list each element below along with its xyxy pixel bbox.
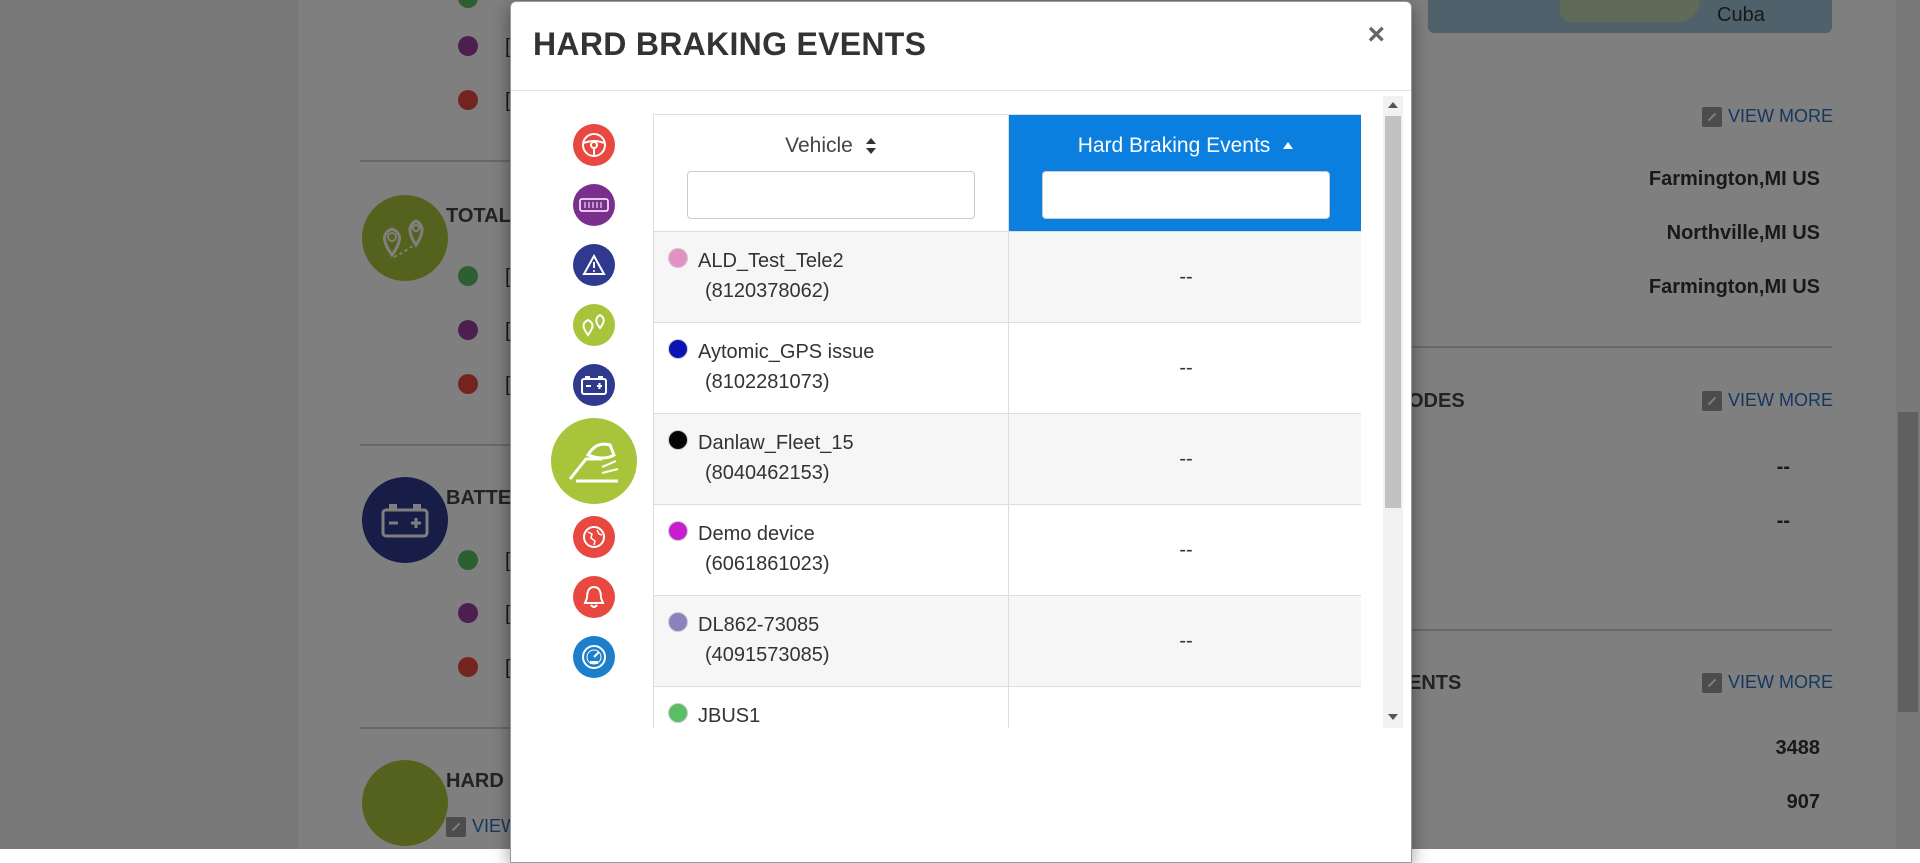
vehicle-color-dot bbox=[668, 521, 688, 541]
hard-braking-column-header[interactable]: Hard Braking Events bbox=[1008, 114, 1361, 232]
vehicle-cell: Danlaw_Fleet_15 (8040462153) bbox=[653, 413, 1009, 505]
vehicle-color-dot bbox=[668, 430, 688, 450]
hard-braking-modal: HARD BRAKING EVENTS × Vehicle Hard Braki… bbox=[510, 1, 1412, 863]
events-cell: -- bbox=[1008, 595, 1361, 687]
modal-body: Vehicle Hard Braking Events ALD_Test_Tel… bbox=[511, 96, 1411, 728]
vehicle-name: JBUS1 bbox=[698, 705, 761, 727]
vehicle-name: Demo device bbox=[698, 523, 815, 545]
vehicle-filter-input[interactable] bbox=[687, 171, 975, 219]
scroll-down-arrow-icon[interactable] bbox=[1388, 714, 1398, 720]
vehicle-name: Danlaw_Fleet_15 bbox=[698, 432, 854, 454]
battery-icon[interactable] bbox=[573, 364, 615, 406]
vehicle-name: Aytomic_GPS issue bbox=[698, 341, 875, 363]
vehicle-id: (8120378062) bbox=[705, 280, 830, 302]
close-icon[interactable]: × bbox=[1367, 20, 1385, 50]
hard-braking-pedal-icon[interactable] bbox=[551, 418, 637, 504]
events-cell: -- bbox=[1008, 504, 1361, 596]
steering-wheel-icon[interactable] bbox=[573, 124, 615, 166]
trip-locations-icon[interactable] bbox=[573, 304, 615, 346]
vehicle-header-label: Vehicle bbox=[785, 134, 853, 157]
events-filter-input[interactable] bbox=[1042, 171, 1330, 219]
vehicle-name: ALD_Test_Tele2 bbox=[698, 250, 844, 272]
table-scrollbar-thumb[interactable] bbox=[1385, 116, 1401, 508]
events-header-label: Hard Braking Events bbox=[1077, 134, 1271, 157]
scroll-up-arrow-icon[interactable] bbox=[1388, 102, 1398, 108]
events-cell: -- bbox=[1008, 413, 1361, 505]
vehicle-id: (8102281073) bbox=[705, 371, 830, 393]
table-row[interactable]: Demo device (6061861023) -- bbox=[653, 504, 1361, 596]
events-table: Vehicle Hard Braking Events ALD_Test_Tel… bbox=[653, 114, 1361, 728]
modal-title: HARD BRAKING EVENTS bbox=[533, 26, 927, 62]
table-row[interactable]: JBUS1 bbox=[653, 686, 1361, 728]
vehicle-column-header[interactable]: Vehicle bbox=[653, 114, 1009, 232]
vehicle-id: (8040462153) bbox=[705, 462, 830, 484]
vehicle-cell: JBUS1 bbox=[653, 686, 1009, 728]
table-row[interactable]: DL862-73085 (4091573085) -- bbox=[653, 595, 1361, 687]
alarm-bell-icon[interactable] bbox=[573, 576, 615, 618]
vehicle-color-dot bbox=[668, 248, 688, 268]
vehicle-cell: Demo device (6061861023) bbox=[653, 504, 1009, 596]
vehicle-id: (6061861023) bbox=[705, 553, 830, 575]
sort-both-icon[interactable] bbox=[865, 137, 877, 155]
events-cell bbox=[1008, 686, 1361, 728]
events-cell: -- bbox=[1008, 231, 1361, 323]
vehicle-color-dot bbox=[668, 339, 688, 359]
vehicle-name: DL862-73085 bbox=[698, 614, 820, 636]
table-row[interactable]: ALD_Test_Tele2 (8120378062) -- bbox=[653, 231, 1361, 323]
odometer-icon[interactable] bbox=[573, 184, 615, 226]
events-cell: -- bbox=[1008, 322, 1361, 414]
vehicle-cell: DL862-73085 (4091573085) bbox=[653, 595, 1009, 687]
vehicle-color-dot bbox=[668, 612, 688, 632]
vehicle-id: (4091573085) bbox=[705, 644, 830, 666]
vehicle-cell: Aytomic_GPS issue (8102281073) bbox=[653, 322, 1009, 414]
events-table-container: Vehicle Hard Braking Events ALD_Test_Tel… bbox=[653, 114, 1361, 728]
table-row[interactable]: Aytomic_GPS issue (8102281073) -- bbox=[653, 322, 1361, 414]
vehicle-cell: ALD_Test_Tele2 (8120378062) bbox=[653, 231, 1009, 323]
sort-ascending-icon[interactable] bbox=[1282, 141, 1294, 151]
speedometer-icon[interactable] bbox=[573, 636, 615, 678]
modal-header: HARD BRAKING EVENTS × bbox=[511, 2, 1411, 91]
category-icon-column bbox=[511, 96, 651, 728]
table-row[interactable]: Danlaw_Fleet_15 (8040462153) -- bbox=[653, 413, 1361, 505]
vehicle-color-dot bbox=[668, 703, 688, 723]
warning-icon[interactable] bbox=[573, 244, 615, 286]
globe-icon[interactable] bbox=[573, 516, 615, 558]
table-scrollbar[interactable] bbox=[1383, 96, 1403, 728]
